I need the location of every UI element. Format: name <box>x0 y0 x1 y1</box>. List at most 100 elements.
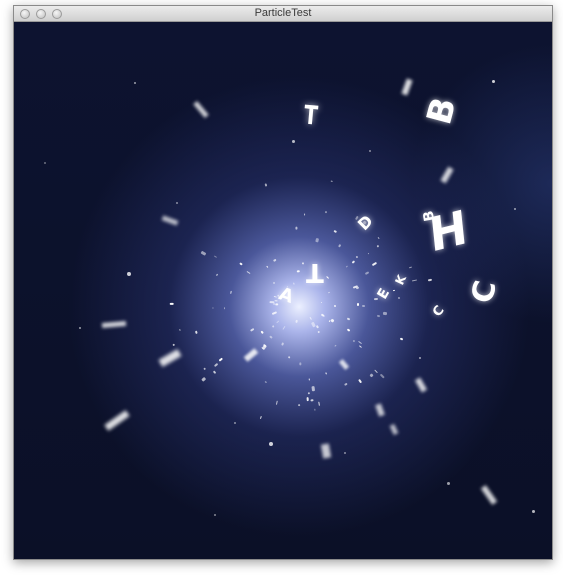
particle <box>358 345 362 348</box>
particle <box>412 279 418 282</box>
particle <box>346 317 350 321</box>
title-bar[interactable]: ParticleTest <box>14 6 552 22</box>
particle <box>377 314 381 318</box>
particle <box>343 382 348 386</box>
particle <box>274 299 278 302</box>
particle <box>301 261 305 265</box>
particle <box>172 343 175 346</box>
particle <box>178 329 181 332</box>
particle <box>224 307 226 310</box>
particle <box>323 314 326 317</box>
particle <box>170 302 174 305</box>
particle-streak <box>320 443 332 459</box>
particle-letter: B <box>419 93 465 129</box>
particle <box>315 324 319 329</box>
particle-streak <box>101 320 127 329</box>
particle <box>308 378 311 381</box>
particle <box>315 238 319 243</box>
particle <box>356 302 360 306</box>
particle <box>273 295 277 298</box>
particle <box>373 297 379 301</box>
particle <box>276 320 280 324</box>
particle <box>203 367 207 370</box>
particle <box>260 330 264 335</box>
star <box>79 327 81 329</box>
particle <box>212 370 216 374</box>
particle <box>311 386 315 392</box>
particle-streak <box>161 215 179 226</box>
particle-letter: T <box>306 257 324 287</box>
particle <box>377 237 380 240</box>
star <box>514 208 516 210</box>
particle <box>271 324 275 328</box>
particle <box>338 244 341 248</box>
particle-streak <box>480 485 498 505</box>
star <box>369 150 371 152</box>
star <box>269 442 273 446</box>
particle <box>201 377 206 382</box>
particle <box>263 380 267 383</box>
particle <box>333 229 337 233</box>
particle <box>427 278 433 282</box>
particle <box>346 328 351 332</box>
window-title: ParticleTest <box>254 7 312 19</box>
particle <box>324 372 327 376</box>
particle <box>352 339 356 342</box>
particle <box>259 415 262 420</box>
particle <box>380 373 385 379</box>
particle <box>304 213 307 216</box>
particle <box>294 319 298 323</box>
star <box>176 202 178 204</box>
particle <box>408 266 412 269</box>
particle <box>281 325 285 330</box>
particle <box>211 306 214 309</box>
particle <box>308 392 311 395</box>
particle <box>213 255 218 258</box>
particle <box>324 210 328 213</box>
particle <box>317 331 320 334</box>
star <box>127 272 131 276</box>
particle-streak <box>401 78 413 96</box>
particle-streak <box>338 359 350 370</box>
particle-canvas[interactable]: H C B T D E K C B T A <box>14 22 552 559</box>
particle <box>310 321 316 328</box>
particle-streak <box>375 403 385 417</box>
star <box>134 82 136 84</box>
particle <box>194 331 199 335</box>
star <box>44 162 46 164</box>
particle <box>345 265 349 269</box>
particle <box>392 290 395 293</box>
particle <box>368 252 370 255</box>
particle <box>249 328 255 332</box>
particle-streak <box>243 348 259 362</box>
particle <box>326 276 330 280</box>
particle-streak <box>440 166 454 184</box>
star <box>419 357 421 359</box>
particle <box>239 262 244 266</box>
particle <box>272 259 277 263</box>
particle <box>262 345 268 351</box>
particle <box>306 396 309 401</box>
particle <box>397 296 400 300</box>
particle <box>382 311 388 315</box>
star <box>344 452 346 454</box>
particle <box>310 399 314 402</box>
particle <box>327 291 331 294</box>
particle <box>275 400 278 405</box>
particle <box>265 265 268 268</box>
star <box>292 140 295 143</box>
particle-streak <box>414 377 428 393</box>
particle <box>376 244 380 248</box>
particle <box>287 356 291 359</box>
star <box>234 422 236 424</box>
particle <box>372 261 378 267</box>
app-window: ParticleTest H C B T D E K C B T A <box>13 5 553 560</box>
particle-letter: C <box>429 303 448 320</box>
particle <box>293 282 296 285</box>
particle <box>364 270 370 275</box>
star <box>492 80 495 83</box>
particle-streak <box>389 423 399 436</box>
star <box>447 482 450 485</box>
particle-letter: C <box>465 277 504 307</box>
particle-streak <box>104 410 130 431</box>
